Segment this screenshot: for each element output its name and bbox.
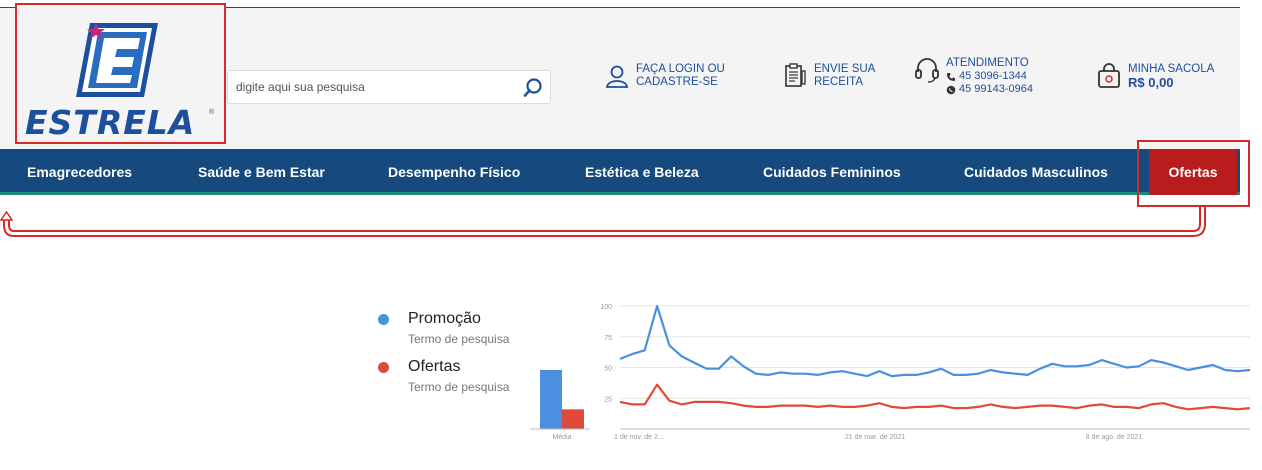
search-box[interactable] (227, 70, 551, 104)
whatsapp-icon (946, 85, 956, 94)
series-line-promocao (619, 304, 1251, 378)
x-tick-label: 21 de mar. de 2021 (845, 434, 905, 441)
bag-total: R$ 0,00 (1128, 75, 1174, 90)
page: FAÇA LOGIN OU CADASTRE-SE ENVIE SUA RECE… (0, 0, 1262, 470)
search-input[interactable] (228, 71, 508, 103)
logo-registered-mark: ® (209, 109, 215, 116)
support-phone-row[interactable]: 45 3096-1344 (946, 70, 1033, 83)
prescription-icon (785, 63, 806, 87)
series-line-ofertas (619, 383, 1251, 411)
legend-subtitle: Termo de pesquisa (408, 332, 510, 346)
estrela-logo-icon (76, 23, 158, 97)
average-bar (562, 409, 584, 429)
offers-highlight-box (1137, 140, 1250, 207)
average-label: Média (552, 434, 571, 441)
logo[interactable]: ESTRELA ® (15, 3, 226, 144)
shopping-bag-icon (1098, 63, 1120, 88)
legend-dot-ofertas (378, 362, 389, 373)
support-info[interactable]: ATENDIMENTO 45 3096-1344 45 99143-0964 (914, 57, 1033, 96)
search-icon[interactable] (522, 77, 544, 99)
bag-link[interactable]: MINHA SACOLA R$ 0,00 (1096, 63, 1214, 89)
support-whatsapp-row[interactable]: 45 99143-0964 (946, 83, 1033, 96)
recipe-link[interactable]: ENVIE SUA RECEITA (782, 63, 875, 89)
nav-item-femininos[interactable]: Cuidados Femininos (763, 149, 901, 195)
x-tick-label: 1 de nov. de 2... (614, 434, 664, 441)
legend-name: Ofertas (408, 358, 461, 375)
nav-item-saude[interactable]: Saúde e Bem Estar (198, 149, 325, 195)
x-tick-label: 8 de ago. de 2021 (1086, 434, 1143, 441)
login-link[interactable]: FAÇA LOGIN OU CADASTRE-SE (604, 63, 725, 89)
login-line1: FAÇA LOGIN OU (636, 63, 725, 75)
support-phone: 45 3096-1344 (959, 70, 1027, 82)
nav-item-emagrecedores[interactable]: Emagrecedores (27, 149, 132, 195)
support-whatsapp: 45 99143-0964 (959, 83, 1034, 95)
headset-icon (915, 58, 939, 83)
main-nav: Emagrecedores Saúde e Bem Estar Desempen… (0, 149, 1240, 195)
phone-icon (947, 72, 955, 81)
support-title: ATENDIMENTO (946, 57, 1029, 69)
logo-wordmark: ESTRELA (25, 103, 196, 142)
nav-item-masculinos[interactable]: Cuidados Masculinos (964, 149, 1108, 195)
average-bar (540, 369, 562, 429)
y-tick-label: 25 (604, 396, 612, 403)
trends-chart: 100 75 50 25 Média 1 de nov. de 2... 21 de mar… (530, 304, 1251, 441)
nav-item-desempenho[interactable]: Desempenho Físico (388, 149, 520, 195)
login-line2: CADASTRE-SE (636, 76, 718, 88)
redirect-arrow-icon (0, 206, 1206, 237)
recipe-line2: RECEITA (814, 76, 863, 88)
y-tick-label: 100 (600, 304, 612, 311)
legend-name: Promoção (408, 310, 481, 327)
y-tick-label: 75 (604, 335, 612, 342)
nav-item-estetica[interactable]: Estética e Beleza (585, 149, 699, 195)
legend-subtitle: Termo de pesquisa (408, 380, 510, 394)
recipe-line1: ENVIE SUA (814, 63, 876, 75)
legend-dot-promocao (378, 314, 389, 325)
y-tick-label: 50 (604, 366, 612, 373)
user-icon (605, 65, 629, 88)
